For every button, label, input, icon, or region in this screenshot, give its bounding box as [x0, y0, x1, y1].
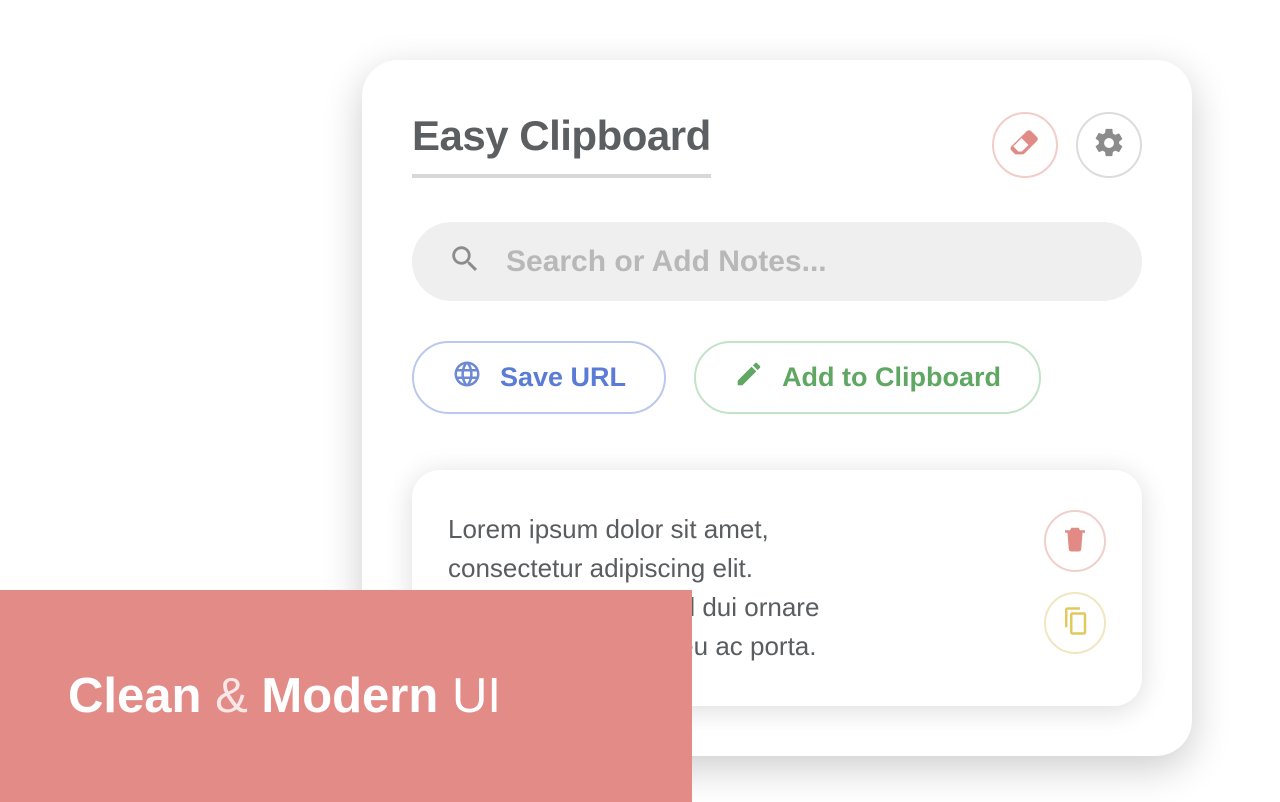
- title-wrap: Easy Clipboard: [412, 112, 711, 178]
- header: Easy Clipboard: [412, 112, 1142, 178]
- pencil-icon: [734, 359, 764, 396]
- search-input[interactable]: [506, 245, 1106, 279]
- note-actions: [1044, 510, 1106, 654]
- app-title: Easy Clipboard: [412, 112, 711, 178]
- globe-icon: [452, 359, 482, 396]
- action-row: Save URL Add to Clipboard: [412, 341, 1142, 414]
- promo-banner: Clean & Modern UI: [0, 590, 692, 802]
- erase-button[interactable]: [992, 112, 1058, 178]
- delete-note-button[interactable]: [1044, 510, 1106, 572]
- erase-icon: [1008, 126, 1042, 165]
- banner-amp: &: [215, 669, 248, 723]
- save-url-button[interactable]: Save URL: [412, 341, 666, 414]
- add-clipboard-button[interactable]: Add to Clipboard: [694, 341, 1041, 414]
- banner-text: Clean & Modern UI: [68, 668, 501, 724]
- banner-word-3: UI: [452, 669, 501, 723]
- save-url-label: Save URL: [500, 362, 626, 393]
- banner-word-2: Modern: [261, 669, 438, 723]
- header-actions: [992, 112, 1142, 178]
- search-bar[interactable]: [412, 222, 1142, 301]
- add-clipboard-label: Add to Clipboard: [782, 362, 1001, 393]
- copy-note-button[interactable]: [1044, 592, 1106, 654]
- settings-button[interactable]: [1076, 112, 1142, 178]
- search-icon: [448, 242, 482, 281]
- copy-icon: [1060, 606, 1090, 641]
- gear-icon: [1092, 126, 1126, 165]
- trash-icon: [1060, 524, 1090, 559]
- banner-word-1: Clean: [68, 669, 201, 723]
